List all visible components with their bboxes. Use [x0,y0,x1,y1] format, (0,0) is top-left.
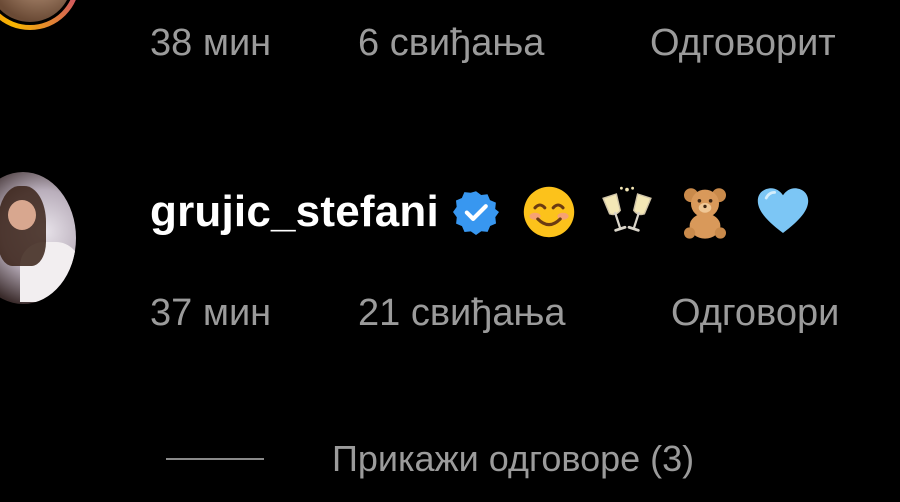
likes-count-button[interactable]: 21 свиђања [358,292,671,335]
comment-meta: 37 мин 21 свиђања Одговори [150,292,839,335]
comment-timestamp: 37 мин [150,292,272,334]
previous-comment-avatar[interactable] [0,0,80,30]
avatar-face [8,200,36,230]
clinking-glasses-icon [602,186,652,232]
teddy-bear-icon [683,188,726,239]
likes-count-button[interactable]: 6 свиђања [358,22,650,65]
comments-screen: 38 мин 6 свиђања Одговорит grujic_stefan… [0,0,900,502]
previous-comment-meta: 38 мин 6 свиђања Одговорит [150,22,836,65]
smiling-face-icon [523,186,575,238]
view-replies-label: Прикажи одговоре (3) [332,438,695,479]
commenter-username[interactable]: grujic_stefani [150,187,439,237]
reply-button[interactable]: Одговорит [650,22,836,65]
comment-body: grujic_stefani [150,184,811,240]
reply-button[interactable]: Одговори [671,292,839,335]
replies-divider-line [166,458,264,460]
commenter-avatar[interactable] [0,172,76,304]
light-blue-heart-icon [757,188,809,233]
avatar-image [0,0,75,25]
view-replies-button[interactable]: Прикажи одговоре (3) [166,438,694,480]
comment-timestamp: 38 мин [150,22,272,64]
verified-badge-icon [452,191,499,235]
